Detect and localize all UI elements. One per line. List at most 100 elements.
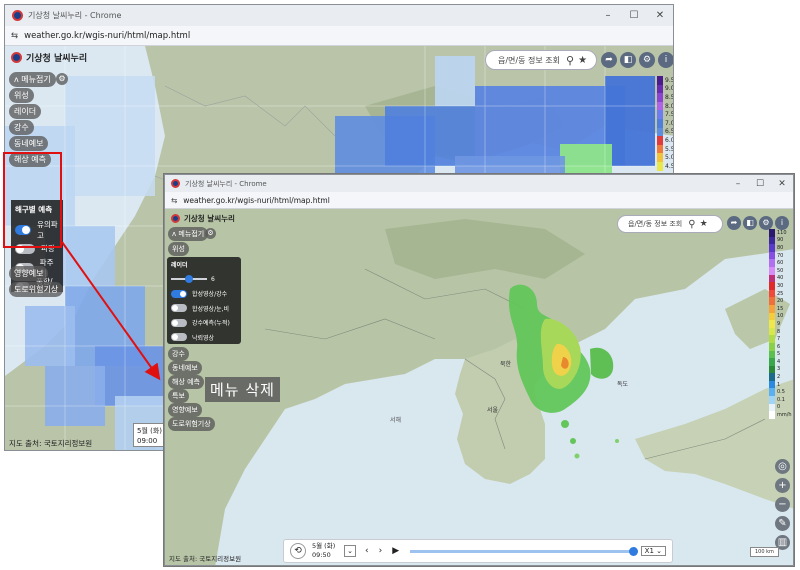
menu-item-forecast[interactable]: 동네예보 bbox=[168, 361, 202, 375]
menu-collapse-button[interactable]: ʌ 메뉴접기 bbox=[168, 227, 209, 241]
legend-entry: 25 bbox=[769, 289, 792, 298]
legend-entry: 0 bbox=[769, 403, 792, 412]
url-text[interactable]: weather.go.kr/wgis-nuri/html/map.html bbox=[183, 196, 330, 205]
layer-row-lightning[interactable]: 낙뢰영상 bbox=[171, 330, 237, 345]
layer-row-composite-snow[interactable]: 합성영상/눈,비 bbox=[171, 301, 237, 316]
legend-label: 6 bbox=[777, 343, 781, 350]
layers-icon[interactable]: ◧ bbox=[743, 216, 757, 230]
search-icon[interactable]: ⚲ bbox=[566, 54, 574, 67]
legend-entry: 9.0 bbox=[657, 84, 673, 94]
layer-row-precip-forecast[interactable]: 강수예측(누적) bbox=[171, 316, 237, 331]
legend-entry: 60 bbox=[769, 259, 792, 267]
kma-brand[interactable]: 기상청 날씨누리 bbox=[171, 213, 235, 224]
minimize-button[interactable]: – bbox=[595, 10, 621, 21]
legend-entry: 50 bbox=[769, 266, 792, 275]
minimize-button[interactable]: – bbox=[727, 179, 749, 189]
menu-item-precip[interactable]: 강수 bbox=[9, 120, 34, 135]
url-text[interactable]: weather.go.kr/wgis-nuri/html/map.html bbox=[24, 31, 190, 41]
weather-map[interactable]: 기상청 날씨누리 읍/면/동 정보 조회 ⚲ ★ ➦ ◧ ⚙ i ʌ 메뉴접기 … bbox=[165, 209, 793, 565]
legend-label: 6.5 bbox=[665, 128, 673, 136]
zoom-out-button[interactable]: − bbox=[775, 497, 790, 512]
legend-label: 70 bbox=[777, 252, 784, 259]
opacity-slider-row[interactable]: 6 bbox=[171, 272, 237, 287]
location-search-input[interactable]: 읍/면/동 정보 조회 ⚲ ★ bbox=[617, 215, 723, 233]
address-bar[interactable]: ⇆ weather.go.kr/wgis-nuri/html/map.html bbox=[165, 192, 793, 209]
close-button[interactable]: ✕ bbox=[771, 179, 793, 189]
gear-icon[interactable]: ⚙ bbox=[639, 52, 655, 68]
timeline-slider[interactable] bbox=[410, 546, 638, 556]
legend-swatch bbox=[657, 136, 663, 145]
prev-button[interactable]: ‹ bbox=[365, 546, 369, 556]
menu-collapse-button[interactable]: ʌ 메뉴접기 bbox=[9, 72, 56, 87]
address-bar[interactable]: ⇆ weather.go.kr/wgis-nuri/html/map.html bbox=[5, 26, 673, 46]
toggle-off[interactable] bbox=[171, 304, 187, 313]
info-icon[interactable]: i bbox=[775, 216, 789, 230]
zoom-in-button[interactable]: + bbox=[775, 478, 790, 493]
next-button[interactable]: › bbox=[379, 546, 383, 556]
opacity-slider[interactable] bbox=[171, 275, 207, 284]
legend-swatch bbox=[657, 84, 663, 94]
menu-item-forecast[interactable]: 동네예보 bbox=[9, 136, 49, 151]
menu-item-marine[interactable]: 해상 예측 bbox=[168, 375, 204, 389]
maximize-button[interactable]: ☐ bbox=[621, 10, 647, 21]
play-icon[interactable]: ▶ bbox=[392, 546, 399, 556]
search-icon[interactable]: ⚲ bbox=[688, 219, 695, 230]
speed-select[interactable]: X1 ⌄ bbox=[640, 546, 666, 556]
legend-swatch bbox=[769, 388, 775, 397]
menu-item-precip[interactable]: 강수 bbox=[168, 347, 189, 361]
legend-swatch bbox=[769, 274, 775, 283]
legend-entry: 7.5 bbox=[657, 110, 673, 119]
site-settings-icon[interactable]: ⇆ bbox=[11, 31, 18, 41]
location-search-input[interactable]: 읍/면/동 정보 조회 ⚲ ★ bbox=[485, 50, 597, 70]
legend-entry: 6 bbox=[769, 342, 792, 351]
legend-entry: 110 bbox=[769, 229, 792, 237]
legend-entry: 8.5 bbox=[657, 93, 673, 102]
top-toolbar: ➦ ◧ ⚙ i bbox=[727, 216, 791, 230]
menu-item-impact[interactable]: 영향예보 bbox=[168, 403, 202, 417]
legend-entry: 9 bbox=[769, 320, 792, 328]
history-icon[interactable]: ⟲ bbox=[290, 543, 306, 559]
menu-item-impact[interactable]: 영향예보 bbox=[9, 266, 49, 281]
menu-item-satellite[interactable]: 위성 bbox=[9, 88, 34, 103]
star-icon[interactable]: ★ bbox=[700, 219, 708, 229]
toggle-on[interactable] bbox=[171, 289, 187, 298]
toggle-off[interactable] bbox=[171, 333, 187, 342]
legend-swatch bbox=[769, 380, 775, 389]
map-controls: ◎ + − ✎ ▥ bbox=[775, 459, 790, 554]
gear-icon[interactable]: ⚙ bbox=[759, 216, 773, 230]
brand-text: 기상청 날씨누리 bbox=[184, 214, 235, 223]
layer-row-composite-precip[interactable]: 합성영상/강수 bbox=[171, 287, 237, 302]
draw-icon[interactable]: ✎ bbox=[775, 516, 790, 531]
star-icon[interactable]: ★ bbox=[578, 55, 587, 66]
menu-item-road-hazard[interactable]: 도로위험기상 bbox=[9, 282, 64, 297]
info-icon[interactable]: i bbox=[658, 52, 673, 68]
menu-item-satellite[interactable]: 위성 bbox=[168, 242, 189, 256]
layers-icon[interactable]: ◧ bbox=[620, 52, 636, 68]
site-settings-icon[interactable]: ⇆ bbox=[171, 196, 177, 205]
legend-swatch bbox=[769, 365, 775, 374]
legend-entry: 10 bbox=[769, 312, 792, 321]
menu-item-road-hazard[interactable]: 도로위험기상 bbox=[168, 417, 215, 431]
menu-settings-icon[interactable]: ⚙ bbox=[56, 73, 68, 85]
toggle-off[interactable] bbox=[171, 318, 187, 327]
top-toolbar: ➦ ◧ ⚙ i bbox=[601, 52, 673, 68]
legend-swatch bbox=[769, 350, 775, 359]
share-icon[interactable]: ➦ bbox=[727, 216, 741, 230]
slider-value: 6 bbox=[211, 275, 215, 283]
maximize-button[interactable]: ☐ bbox=[749, 179, 771, 189]
close-button[interactable]: ✕ bbox=[647, 10, 673, 21]
legend-label: 90 bbox=[777, 237, 784, 244]
locate-icon[interactable]: ◎ bbox=[775, 459, 790, 474]
share-icon[interactable]: ➦ bbox=[601, 52, 617, 68]
time-dropdown-button[interactable]: ⌄ bbox=[344, 545, 356, 557]
legend-label: 15 bbox=[777, 305, 784, 312]
kma-logo-icon bbox=[171, 214, 180, 223]
legend-label: 40 bbox=[777, 275, 784, 282]
menu-item-radar[interactable]: 레이더 bbox=[9, 104, 42, 119]
menu-settings-icon[interactable]: ⚙ bbox=[205, 228, 216, 239]
legend-swatch bbox=[769, 335, 775, 343]
legend-entry: 5.5 bbox=[657, 144, 673, 154]
menu-item-warning[interactable]: 특보 bbox=[168, 389, 189, 403]
kma-brand[interactable]: 기상청 날씨누리 bbox=[11, 51, 87, 64]
legend-swatch bbox=[769, 320, 775, 328]
